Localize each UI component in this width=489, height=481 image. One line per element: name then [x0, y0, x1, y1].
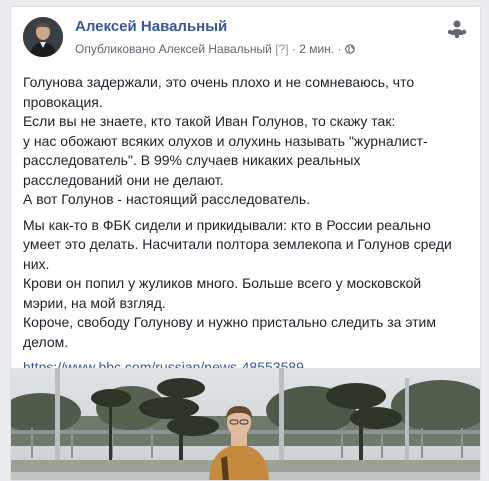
globe-icon[interactable] — [345, 43, 355, 54]
meta-help-link[interactable]: [?] — [275, 42, 288, 56]
author-avatar[interactable] — [23, 17, 63, 57]
post-card: Алексей Навальный Опубликовано Алексей Н… — [10, 6, 481, 481]
post-photo[interactable] — [11, 368, 480, 480]
people-settings-icon[interactable] — [446, 19, 468, 39]
post-header: Алексей Навальный Опубликовано Алексей Н… — [23, 17, 468, 61]
meta-timestamp[interactable]: · 2 мин. · — [292, 42, 342, 56]
post-paragraph: Голунова задержали, это очень плохо и не… — [23, 74, 428, 207]
post-meta: Опубликовано Алексей Навальный [?] · 2 м… — [75, 42, 355, 56]
author-name[interactable]: Алексей Навальный — [75, 18, 227, 35]
post-paragraph: Мы как-то в ФБК сидели и прикидывали: кт… — [23, 216, 452, 350]
post-body: Голунова задержали, это очень плохо и не… — [23, 73, 468, 378]
meta-published-by: Опубликовано Алексей Навальный — [75, 42, 272, 56]
